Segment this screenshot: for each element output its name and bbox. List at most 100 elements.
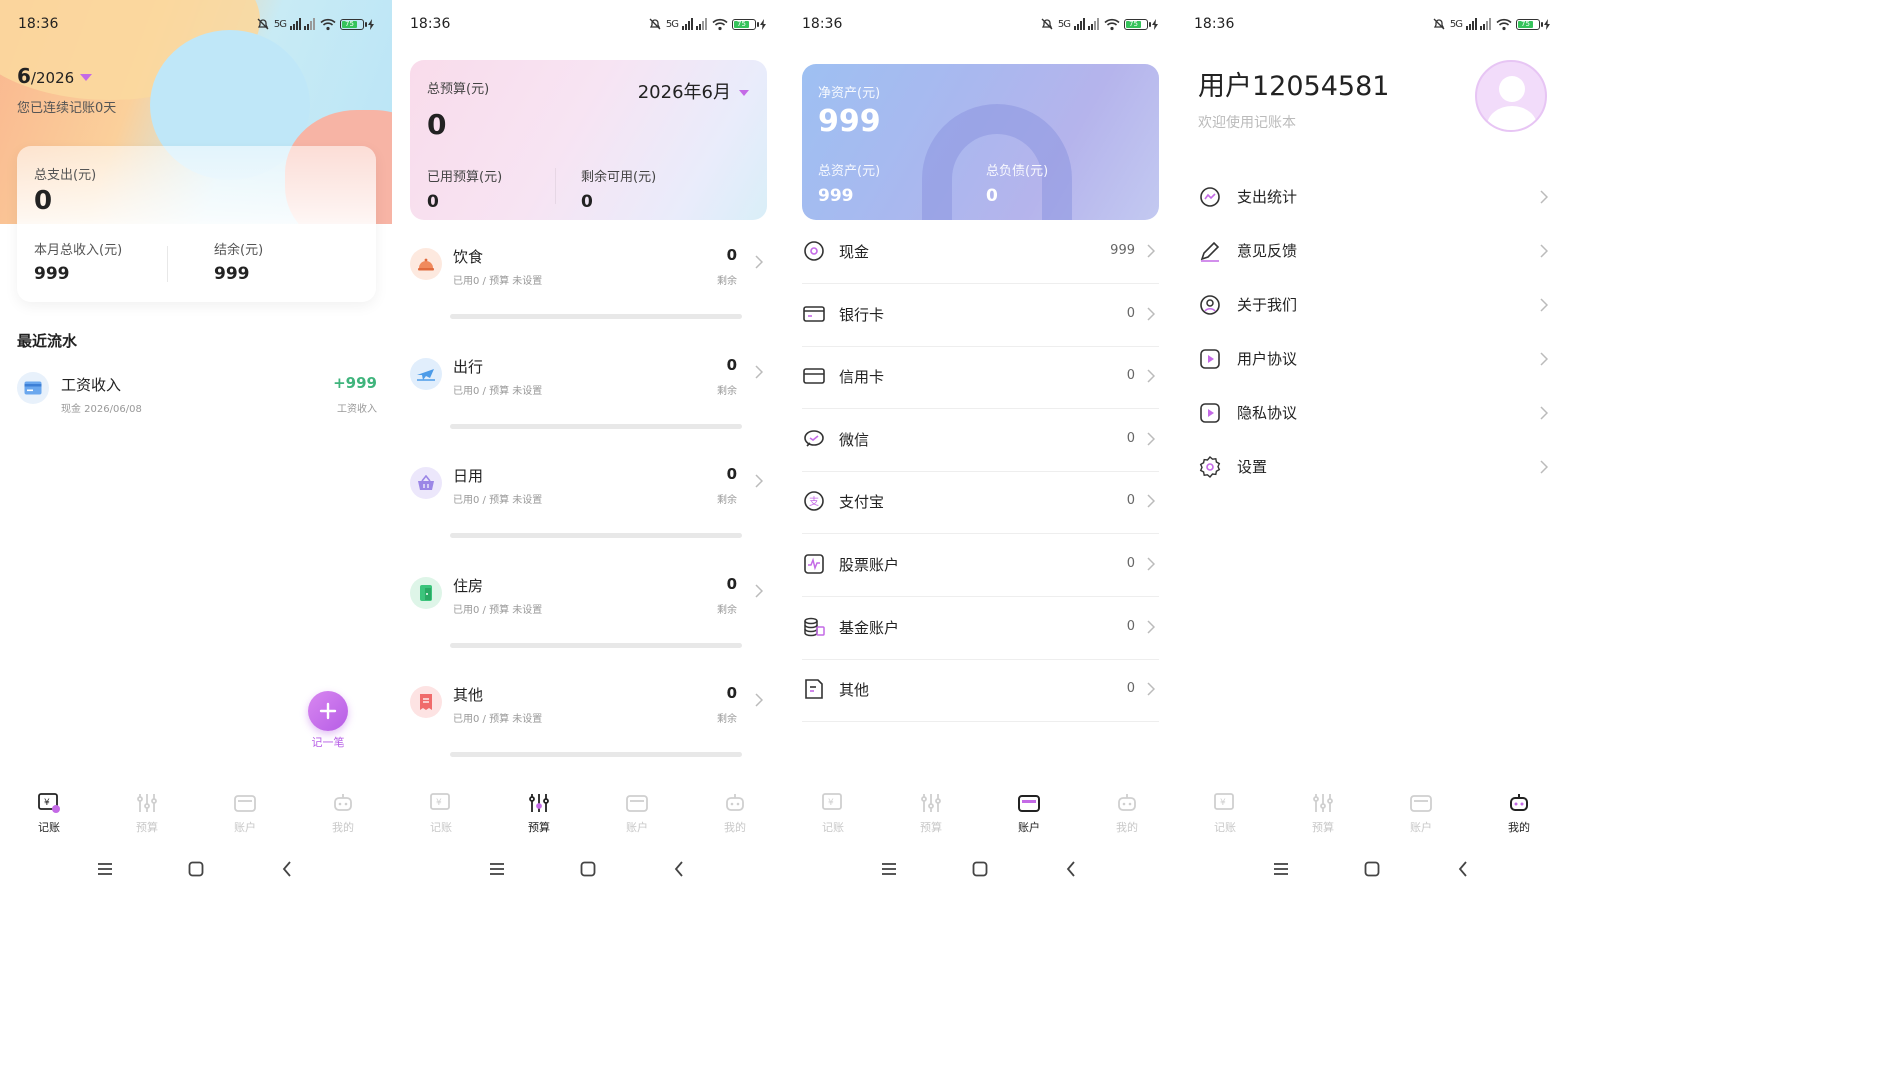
menu-item-2[interactable]: 关于我们 — [1198, 279, 1549, 333]
tab-budget[interactable]: 预算 — [1274, 785, 1372, 845]
chevron-right-icon — [755, 692, 764, 711]
budget-category-1[interactable]: 出行 已用0 / 预算 未设置 0 剩余 — [410, 350, 767, 458]
account-item-7[interactable]: 其他 0 — [802, 659, 1159, 723]
ledger-icon: ¥ — [822, 793, 842, 810]
account-item-2[interactable]: 信用卡 0 — [802, 346, 1159, 410]
record-amount: +999 — [333, 374, 377, 392]
battery-icon: 75 — [1124, 18, 1151, 30]
tab-budget[interactable]: 预算 — [490, 785, 588, 845]
system-nav — [1176, 846, 1568, 892]
menu-item-5[interactable]: 设置 — [1198, 441, 1549, 495]
tab-profile[interactable]: 我的 — [1078, 785, 1176, 845]
list-item[interactable]: 工资收入 现金 2026/06/08 +999 工资收入 — [17, 368, 377, 416]
account-item-0[interactable]: 现金 999 — [802, 221, 1159, 284]
stock-icon — [802, 552, 826, 576]
total-budget-label: 总预算(元) — [427, 82, 490, 97]
robot-icon — [726, 794, 744, 811]
wifi-icon — [320, 18, 336, 30]
budget-summary-card: 总预算(元) 0 2026年6月 已用预算(元) 0 剩余可用(元) 0 — [410, 60, 767, 220]
robot-icon — [334, 794, 352, 811]
menu-item-0[interactable]: 支出统计 — [1198, 171, 1549, 225]
tab-profile[interactable]: 我的 — [294, 785, 392, 845]
chevron-right-icon — [1147, 431, 1156, 450]
menu-button[interactable] — [477, 854, 517, 884]
tab-accounts[interactable]: 账户 — [196, 785, 294, 845]
chevron-right-icon — [1147, 368, 1156, 387]
robot-icon — [1510, 794, 1528, 811]
category-name: 住房 — [453, 576, 484, 595]
wallet-icon — [1410, 795, 1432, 812]
budget-category-0[interactable]: 饮食 已用0 / 预算 未设置 0 剩余 — [410, 240, 767, 348]
back-button[interactable] — [659, 854, 699, 884]
menu-item-1[interactable]: 意见反馈 — [1198, 225, 1549, 279]
signal-icon — [1074, 18, 1099, 30]
ledger-screen: 18:36 5G 75 6/2026 您已连续记账0天 总支出(元) 0 本月总… — [0, 0, 392, 1080]
category-sub: 已用0 / 预算 未设置 — [453, 276, 543, 287]
account-name: 信用卡 — [839, 368, 885, 387]
total-assets-label: 总资产(元) — [818, 164, 881, 179]
cash-icon — [802, 239, 826, 263]
tab-profile[interactable]: 我的 — [686, 785, 784, 845]
menu-item-4[interactable]: 隐私协议 — [1198, 387, 1549, 441]
tab-ledger[interactable]: ¥ 记账 — [0, 785, 98, 845]
play-doc-icon — [1198, 347, 1222, 371]
budget-category-3[interactable]: 住房 已用0 / 预算 未设置 0 剩余 — [410, 569, 767, 677]
account-item-6[interactable]: 基金账户 0 — [802, 597, 1159, 660]
income-label: 本月总收入(元) — [34, 243, 123, 258]
chevron-right-icon — [1540, 351, 1549, 370]
chevron-right-icon — [755, 473, 764, 492]
balance-label: 结余(元) — [214, 243, 264, 258]
home-button[interactable] — [1352, 854, 1392, 884]
status-bar: 18:36 5G 75 — [392, 0, 784, 48]
income-value: 999 — [34, 264, 70, 284]
tab-profile[interactable]: 我的 — [1470, 785, 1568, 845]
home-button[interactable] — [960, 854, 1000, 884]
sliders-icon — [921, 794, 941, 812]
tab-budget[interactable]: 预算 — [882, 785, 980, 845]
account-item-5[interactable]: 股票账户 0 — [802, 534, 1159, 597]
tab-accounts[interactable]: 账户 — [980, 785, 1078, 845]
signal-icon — [1466, 18, 1491, 30]
tab-ledger[interactable]: ¥ 记账 — [784, 785, 882, 845]
back-button[interactable] — [267, 854, 307, 884]
signal-icon — [682, 18, 707, 30]
menu-icon — [490, 863, 505, 875]
menu-icon — [882, 863, 897, 875]
budget-category-4[interactable]: 其他 已用0 / 预算 未设置 0 剩余 — [410, 678, 767, 786]
tab-accounts[interactable]: 账户 — [1372, 785, 1470, 845]
total-assets-value: 999 — [818, 186, 854, 206]
tab-bar: ¥ 记账 预算 账户 我的 — [0, 785, 392, 845]
back-button[interactable] — [1443, 854, 1483, 884]
back-button[interactable] — [1051, 854, 1091, 884]
add-record-button[interactable] — [308, 691, 348, 731]
home-button[interactable] — [176, 854, 216, 884]
account-item-3[interactable]: 微信 0 — [802, 409, 1159, 472]
tab-ledger[interactable]: ¥ 记账 — [392, 785, 490, 845]
account-name: 股票账户 — [839, 556, 900, 574]
account-item-4[interactable]: 支 支付宝 0 — [802, 471, 1159, 535]
menu-button[interactable] — [1261, 854, 1301, 884]
tab-accounts[interactable]: 账户 — [588, 785, 686, 845]
battery-icon: 75 — [732, 18, 759, 30]
alipay-icon: 支 — [802, 489, 826, 513]
menu-button[interactable] — [869, 854, 909, 884]
month-selector[interactable]: 6/2026 — [17, 64, 93, 88]
tab-budget[interactable]: 预算 — [98, 785, 196, 845]
menu-button[interactable] — [85, 854, 125, 884]
account-name: 基金账户 — [839, 618, 900, 637]
budget-month-selector[interactable]: 2026年6月 — [638, 78, 749, 104]
budget-category-2[interactable]: 日用 已用0 / 预算 未设置 0 剩余 — [410, 459, 767, 567]
account-item-1[interactable]: 银行卡 0 — [802, 284, 1159, 347]
avatar[interactable] — [1475, 60, 1547, 132]
wifi-icon — [712, 18, 728, 30]
menu-item-3[interactable]: 用户协议 — [1198, 333, 1549, 387]
account-value: 999 — [1110, 243, 1135, 258]
chevron-right-icon — [1540, 243, 1549, 262]
total-expense-label: 总支出(元) — [34, 168, 97, 183]
used-budget-value: 0 — [427, 192, 439, 212]
menu-item-label: 关于我们 — [1237, 296, 1298, 314]
home-button[interactable] — [568, 854, 608, 884]
mute-bell-icon — [257, 18, 269, 30]
status-time: 18:36 — [410, 16, 451, 32]
tab-ledger[interactable]: ¥ 记账 — [1176, 785, 1274, 845]
